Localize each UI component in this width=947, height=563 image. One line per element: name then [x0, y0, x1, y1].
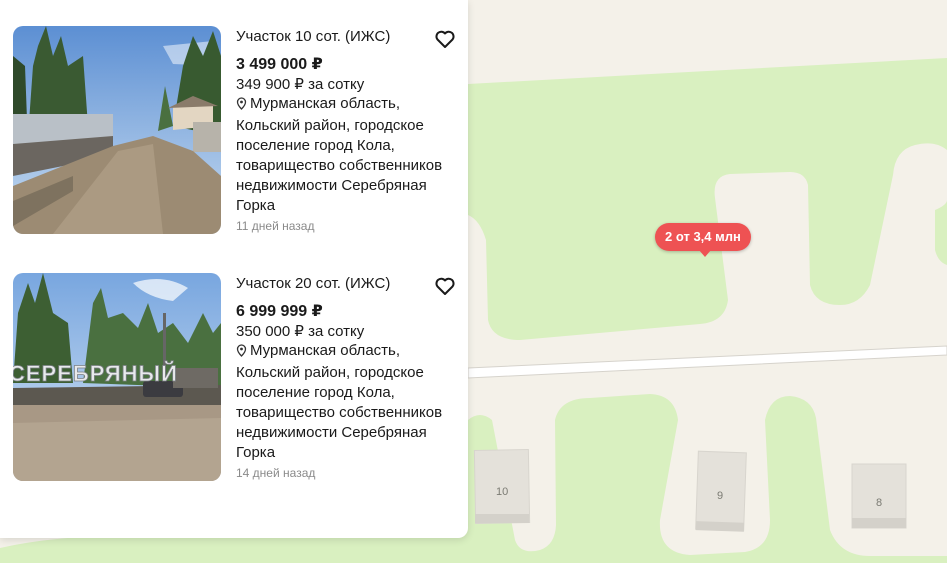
listing-price: 3 499 000 ₽	[236, 56, 323, 73]
listing-address: Мурманская область, Кольский район, горо…	[236, 341, 448, 463]
listing-card[interactable]: Участок 10 сот. (ИЖС) 3 499 000 ₽ 349 90…	[13, 26, 458, 248]
location-pin-icon	[236, 343, 247, 363]
listing-price-per-sotka: 350 000 ₽ за сотку	[236, 323, 365, 340]
listing-info: Участок 10 сот. (ИЖС) 3 499 000 ₽ 349 90…	[236, 26, 448, 233]
listing-address-text: Мурманская область, Кольский район, горо…	[236, 95, 443, 214]
listing-photo[interactable]: СЕРЕБРЯНЫЙ	[13, 273, 221, 481]
listing-address: Мурманская область, Кольский район, горо…	[236, 94, 448, 216]
house-number-label: 9	[717, 490, 724, 502]
listing-date: 11 дней назад	[236, 219, 315, 233]
listing-price: 6 999 999 ₽	[236, 303, 323, 320]
listing-price-per-sotka: 349 900 ₽ за сотку	[236, 76, 365, 93]
listing-title[interactable]: Участок 20 сот. (ИЖС)	[236, 275, 448, 292]
heart-outline-icon[interactable]	[432, 273, 458, 299]
map-cluster-pin[interactable]: 2 от 3,4 млн	[655, 223, 751, 257]
location-pin-icon	[236, 96, 247, 116]
listing-info: Участок 20 сот. (ИЖС) 6 999 999 ₽ 350 00…	[236, 273, 448, 480]
listing-date: 14 дней назад	[236, 466, 316, 480]
map-green-area	[935, 200, 947, 265]
listing-card[interactable]: СЕРЕБРЯНЫЙ Участок 20 сот. (ИЖС) 6 999 9…	[13, 273, 458, 495]
listing-title[interactable]: Участок 10 сот. (ИЖС)	[236, 28, 448, 45]
listing-panel: Участок 10 сот. (ИЖС) 3 499 000 ₽ 349 90…	[0, 0, 468, 538]
listing-photo[interactable]	[13, 26, 221, 234]
photo-sign-text: СЕРЕБРЯНЫЙ	[13, 361, 178, 386]
map-building-8	[851, 463, 907, 529]
heart-outline-icon[interactable]	[432, 26, 458, 52]
house-number-label: 8	[876, 497, 883, 509]
house-number-label: 10	[496, 486, 509, 498]
listing-address-text: Мурманская область, Кольский район, горо…	[236, 342, 443, 461]
